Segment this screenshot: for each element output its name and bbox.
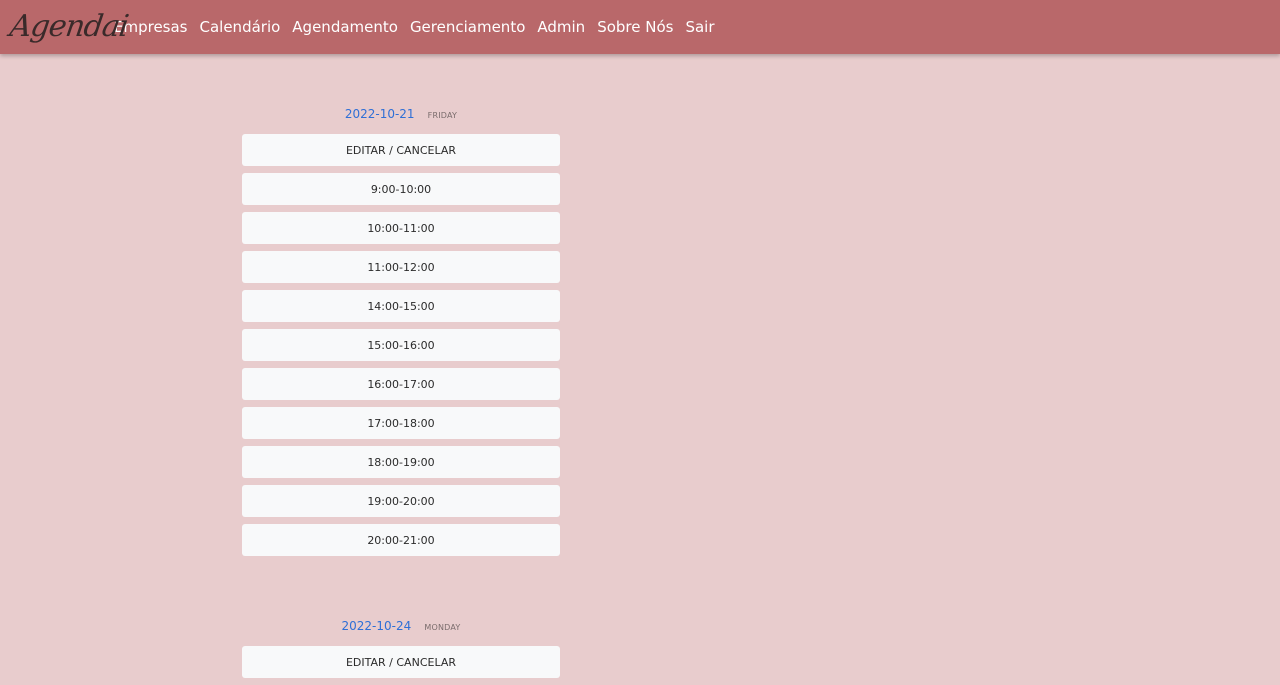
time-slot-button[interactable]: 17:00-18:00 — [242, 407, 560, 439]
edit-cancel-button[interactable]: EDITAR / CANCELAR — [242, 646, 560, 678]
time-slot-button[interactable]: 10:00-11:00 — [242, 212, 560, 244]
edit-cancel-button[interactable]: EDITAR / CANCELAR — [242, 134, 560, 166]
nav-link-gerenciamento[interactable]: Gerenciamento — [410, 18, 525, 36]
logo[interactable]: Agendai — [8, 9, 131, 44]
day-header: 2022-10-24 MONDAY — [242, 615, 560, 635]
time-slot-button[interactable]: 18:00-19:00 — [242, 446, 560, 478]
time-slot-button[interactable]: 15:00-16:00 — [242, 329, 560, 361]
day-date[interactable]: 2022-10-21 — [345, 107, 415, 121]
time-slot-button[interactable]: 14:00-15:00 — [242, 290, 560, 322]
navbar: Agendai Empresas Calendário Agendamento … — [0, 0, 1280, 54]
nav-link-sobre-nos[interactable]: Sobre Nós — [597, 18, 673, 36]
day-block-1: 2022-10-21 FRIDAY EDITAR / CANCELAR 9:00… — [242, 103, 560, 563]
day-weekday: FRIDAY — [427, 111, 458, 120]
day-block-2: 2022-10-24 MONDAY EDITAR / CANCELAR — [242, 615, 560, 685]
time-slot-button[interactable]: 20:00-21:00 — [242, 524, 560, 556]
nav-links: Empresas Calendário Agendamento Gerencia… — [114, 18, 727, 36]
nav-link-calendario[interactable]: Calendário — [200, 18, 281, 36]
day-date[interactable]: 2022-10-24 — [342, 619, 412, 633]
time-slot-button[interactable]: 9:00-10:00 — [242, 173, 560, 205]
nav-link-agendamento[interactable]: Agendamento — [292, 18, 398, 36]
time-slot-button[interactable]: 19:00-20:00 — [242, 485, 560, 517]
day-weekday: MONDAY — [424, 623, 461, 632]
time-slot-button[interactable]: 11:00-12:00 — [242, 251, 560, 283]
nav-link-admin[interactable]: Admin — [537, 18, 585, 36]
day-header: 2022-10-21 FRIDAY — [242, 103, 560, 123]
time-slot-button[interactable]: 16:00-17:00 — [242, 368, 560, 400]
nav-link-sair[interactable]: Sair — [685, 18, 714, 36]
